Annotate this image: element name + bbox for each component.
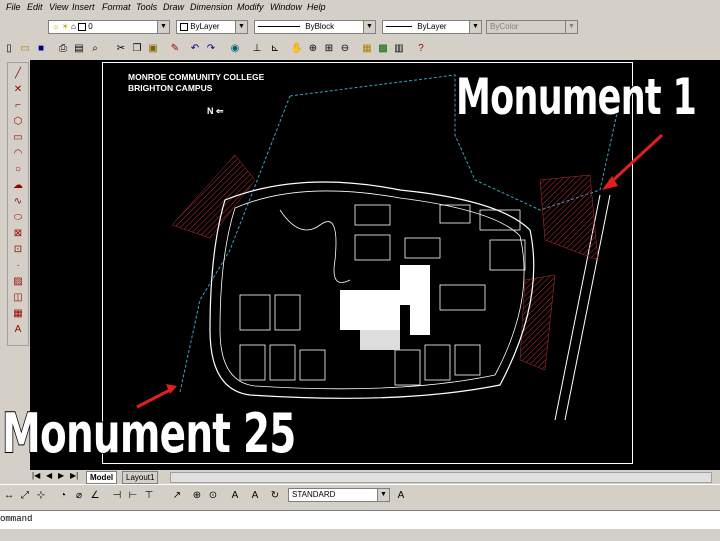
tab-first-icon[interactable]: |◀	[32, 471, 40, 480]
chevron-down-icon: ▼	[377, 489, 389, 501]
north-arrow-icon: ⇐	[213, 106, 224, 116]
parking-lot	[354, 234, 391, 261]
leader-icon[interactable]: ↗	[170, 488, 184, 502]
dim-diameter-icon[interactable]: ⌀	[72, 488, 86, 502]
parking-lot	[269, 344, 296, 381]
drawing-title-line-1: MONROE COMMUNITY COLLEGE	[128, 72, 265, 82]
monument-1-label: Monument 1	[455, 67, 697, 127]
dim-radius-icon[interactable]: ◔	[56, 488, 70, 502]
campus-building	[340, 290, 400, 330]
hatch-area-left	[171, 154, 256, 239]
styles-toolbar: ↔ ⤢ ⊹ ◔ ⌀ ∠ ⊣ ⊢ ⊤ ↗ ⊕ ⊙ A A ↻ STANDARD ▼…	[0, 484, 720, 505]
tolerance-icon[interactable]: ⊕	[190, 488, 204, 502]
hatch-area-top-right	[539, 174, 599, 261]
tab-model[interactable]: Model	[86, 471, 118, 484]
parking-lot	[274, 294, 301, 331]
center-mark-icon[interactable]: ⊙	[206, 488, 220, 502]
dim-baseline-icon[interactable]: ⊢	[126, 488, 140, 502]
drawing-title-line-2: BRIGHTON CAMPUS	[128, 83, 213, 93]
campus-building	[400, 265, 430, 305]
dim-angular-icon[interactable]: ∠	[88, 488, 102, 502]
dim-continue-icon[interactable]: ⊤	[142, 488, 156, 502]
command-toolbar-strip	[0, 529, 720, 541]
parking-lot	[454, 344, 481, 376]
parking-lot	[424, 344, 451, 381]
monument-25-label: Monument 25	[1, 401, 297, 466]
command-prompt: ommand	[0, 514, 33, 524]
tab-layout1[interactable]: Layout1	[122, 471, 159, 484]
text-style-value: STANDARD	[292, 490, 336, 499]
quick-dim-icon[interactable]: ⊣	[110, 488, 124, 502]
tab-prev-icon[interactable]: ◀	[46, 471, 52, 480]
parking-lot	[394, 349, 421, 386]
campus-building	[360, 330, 400, 350]
parking-lot	[239, 344, 266, 381]
text-style-dropdown[interactable]: STANDARD ▼	[288, 488, 390, 502]
dim-ordinate-icon[interactable]: ⊹	[34, 488, 48, 502]
layout-tab-strip: |◀ ◀ ▶ ▶| Model Layout1	[30, 470, 720, 484]
dim-text-edit-icon[interactable]: A	[248, 488, 262, 502]
dim-aligned-icon[interactable]: ⤢	[18, 488, 32, 502]
parking-lot	[404, 237, 441, 259]
parking-lot	[354, 204, 391, 226]
tab-last-icon[interactable]: ▶|	[70, 471, 78, 480]
dim-style-icon[interactable]: A	[394, 488, 408, 502]
parking-lot	[239, 294, 271, 331]
dim-edit-icon[interactable]: A	[228, 488, 242, 502]
campus-building	[410, 305, 430, 335]
parking-lot	[439, 284, 486, 311]
dim-linear-icon[interactable]: ↔	[2, 488, 16, 502]
parking-lot	[489, 239, 526, 271]
dim-update-icon[interactable]: ↻	[268, 488, 282, 502]
horizontal-scrollbar[interactable]	[170, 472, 712, 483]
ring-road-inner	[219, 190, 525, 390]
command-line[interactable]: ommand	[0, 510, 720, 541]
north-arrow: N ⇐	[207, 106, 224, 117]
winding-path	[279, 209, 351, 283]
tab-next-icon[interactable]: ▶	[58, 471, 64, 480]
parking-lot	[299, 349, 326, 381]
parking-lot	[479, 209, 521, 231]
drawing-title: MONROE COMMUNITY COLLEGE BRIGHTON CAMPUS	[128, 72, 264, 94]
arrow-monument-1	[606, 133, 664, 187]
